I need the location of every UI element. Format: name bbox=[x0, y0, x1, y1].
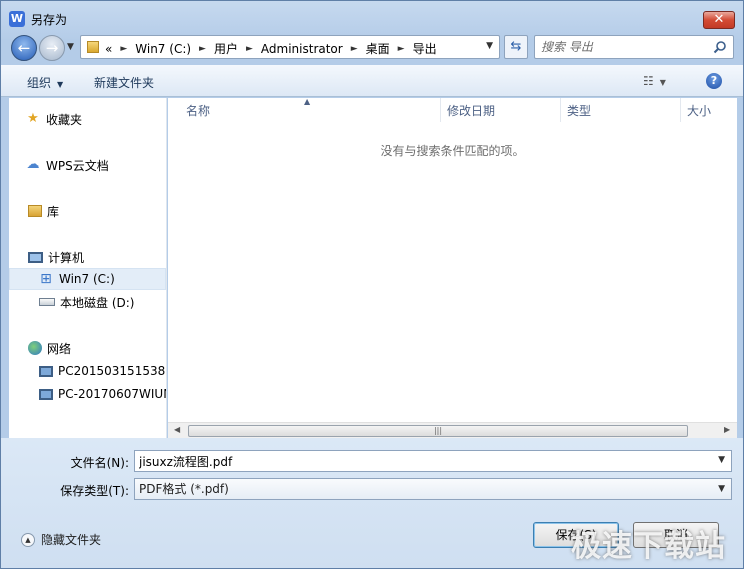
organize-button[interactable]: 组织 ▼ bbox=[27, 74, 63, 91]
filename-field[interactable]: ▼ bbox=[134, 450, 732, 472]
watermark: 极速下载站 bbox=[571, 529, 726, 564]
sidebar-item-favorites[interactable]: ★ 收藏夹 bbox=[25, 108, 165, 130]
sidebar-item-library[interactable]: 库 bbox=[28, 200, 166, 222]
library-icon bbox=[28, 205, 42, 217]
empty-message: 没有与搜索条件匹配的项。 bbox=[380, 144, 525, 158]
sidebar-item-label: 本地磁盘 (D:) bbox=[60, 295, 135, 310]
search-icon[interactable] bbox=[713, 40, 727, 54]
scroll-left-icon[interactable]: ◀ bbox=[174, 425, 180, 434]
sidebar-item-network-host[interactable]: PC201503151538 bbox=[39, 360, 166, 382]
help-button[interactable]: ? bbox=[706, 73, 722, 89]
view-options-button[interactable]: ☷ ▼ bbox=[643, 74, 666, 88]
navigation-bar: ← → ▼ « ► Win7 (C:) ► 用户 ► Administrator… bbox=[1, 31, 743, 65]
wps-app-icon: W bbox=[9, 11, 25, 27]
sidebar-item-label: 计算机 bbox=[48, 250, 85, 265]
search-input[interactable] bbox=[541, 39, 706, 55]
chevron-down-icon[interactable]: ▼ bbox=[486, 41, 493, 51]
chevron-right-icon[interactable]: ► bbox=[246, 44, 253, 54]
address-bar[interactable]: « ► Win7 (C:) ► 用户 ► Administrator ► 桌面 … bbox=[80, 35, 500, 59]
close-button[interactable]: ✕ bbox=[703, 11, 735, 29]
breadcrumb-overflow[interactable]: « bbox=[105, 42, 112, 56]
sidebar-item-network-host[interactable]: PC-20170607WIUN bbox=[39, 383, 166, 405]
refresh-button[interactable]: ⇆ bbox=[504, 35, 528, 59]
breadcrumb: « ► Win7 (C:) ► 用户 ► Administrator ► 桌面 … bbox=[105, 40, 437, 57]
filetype-select[interactable]: PDF格式 (*.pdf) ▼ bbox=[134, 478, 732, 500]
breadcrumb-item[interactable]: Administrator bbox=[261, 42, 343, 56]
chevron-down-icon: ▼ bbox=[57, 80, 64, 89]
sidebar-item-network[interactable]: 网络 bbox=[28, 337, 166, 359]
arrow-right-icon: → bbox=[45, 39, 59, 57]
chevron-right-icon: ► bbox=[120, 43, 128, 54]
breadcrumb-item[interactable]: 用户 bbox=[214, 40, 238, 57]
window-title: 另存为 bbox=[31, 13, 68, 27]
navigation-pane: ★ 收藏夹 ☁ WPS云文档 库 计算机 ⊞ Win7 (C:) 本地磁盘 (D… bbox=[9, 98, 167, 438]
scrollbar-thumb[interactable]: ||| bbox=[188, 425, 688, 437]
column-header-name[interactable]: 名称 bbox=[180, 98, 441, 122]
file-list[interactable]: ▲ 名称 修改日期 类型 大小 没有与搜索条件匹配的项。 ◀ ||| ▶ bbox=[168, 97, 737, 438]
horizontal-scrollbar[interactable]: ◀ ||| ▶ bbox=[168, 422, 737, 438]
breadcrumb-item[interactable]: Win7 (C:) bbox=[135, 42, 191, 56]
filetype-value: PDF格式 (*.pdf) bbox=[139, 482, 229, 496]
computer-icon bbox=[28, 251, 43, 263]
sidebar-item-wps-cloud[interactable]: ☁ WPS云文档 bbox=[25, 154, 165, 176]
chevron-right-icon[interactable]: ► bbox=[351, 44, 358, 54]
grip-icon: ||| bbox=[433, 426, 443, 435]
filename-input[interactable] bbox=[139, 453, 709, 469]
command-toolbar: 组织 ▼ 新建文件夹 ☷ ▼ ? bbox=[1, 65, 743, 97]
column-header-date-modified[interactable]: 修改日期 bbox=[441, 98, 561, 122]
sidebar-item-label: WPS云文档 bbox=[46, 158, 109, 173]
breadcrumb-item[interactable]: 桌面 bbox=[366, 40, 390, 57]
hide-folders-label: 隐藏文件夹 bbox=[41, 533, 102, 547]
refresh-icon: ⇆ bbox=[510, 39, 522, 54]
sidebar-item-label: PC-20170607WIUN bbox=[58, 387, 166, 401]
sidebar-item-label: 网络 bbox=[47, 341, 72, 356]
recent-locations-dropdown-icon[interactable]: ▼ bbox=[67, 42, 74, 52]
sidebar-item-label: PC201503151538 bbox=[58, 364, 166, 378]
save-as-dialog: W 另存为 ✕ ← → ▼ « ► Win7 (C:) ► 用户 ► Admin… bbox=[0, 0, 744, 569]
title-bar: W 另存为 ✕ bbox=[1, 1, 743, 31]
forward-button[interactable]: → bbox=[39, 35, 65, 61]
cloud-icon: ☁ bbox=[26, 157, 40, 172]
drive-icon bbox=[39, 298, 55, 306]
chevron-right-icon[interactable]: ► bbox=[398, 44, 405, 54]
sidebar-item-computer[interactable]: 计算机 bbox=[28, 246, 166, 268]
folder-icon bbox=[87, 41, 99, 53]
chevron-down-icon: ▼ bbox=[718, 484, 725, 494]
arrow-left-icon: ← bbox=[17, 39, 31, 57]
search-box[interactable] bbox=[534, 35, 734, 59]
hide-folders-toggle[interactable]: ▲ 隐藏文件夹 bbox=[21, 531, 101, 548]
network-host-icon bbox=[39, 388, 53, 400]
sidebar-item-label: Win7 (C:) bbox=[59, 272, 115, 286]
sidebar-item-win7-c[interactable]: ⊞ Win7 (C:) bbox=[9, 268, 166, 290]
sidebar-item-label: 收藏夹 bbox=[46, 112, 83, 127]
network-host-icon bbox=[39, 365, 53, 377]
details-view-icon: ☷ bbox=[643, 74, 654, 88]
sidebar-item-label: 库 bbox=[47, 204, 60, 219]
collapse-up-icon: ▲ bbox=[21, 532, 35, 547]
chevron-down-icon[interactable]: ▼ bbox=[718, 455, 725, 465]
windows-drive-icon: ⊞ bbox=[40, 271, 52, 287]
sidebar-item-local-disk-d[interactable]: 本地磁盘 (D:) bbox=[39, 291, 165, 313]
chevron-right-icon[interactable]: ► bbox=[199, 44, 206, 54]
network-icon bbox=[28, 341, 42, 355]
column-header-size[interactable]: 大小 bbox=[681, 98, 737, 122]
star-icon: ★ bbox=[27, 111, 39, 126]
chevron-down-icon: ▼ bbox=[659, 78, 666, 87]
organize-label: 组织 bbox=[27, 76, 52, 90]
scroll-right-icon[interactable]: ▶ bbox=[724, 425, 730, 434]
filename-label: 文件名(N): bbox=[70, 456, 129, 470]
column-header-type[interactable]: 类型 bbox=[561, 98, 681, 122]
back-button[interactable]: ← bbox=[11, 35, 37, 61]
new-folder-button[interactable]: 新建文件夹 bbox=[94, 74, 154, 91]
filetype-label: 保存类型(T): bbox=[60, 484, 129, 498]
breadcrumb-item-current[interactable]: 导出 bbox=[413, 40, 437, 57]
